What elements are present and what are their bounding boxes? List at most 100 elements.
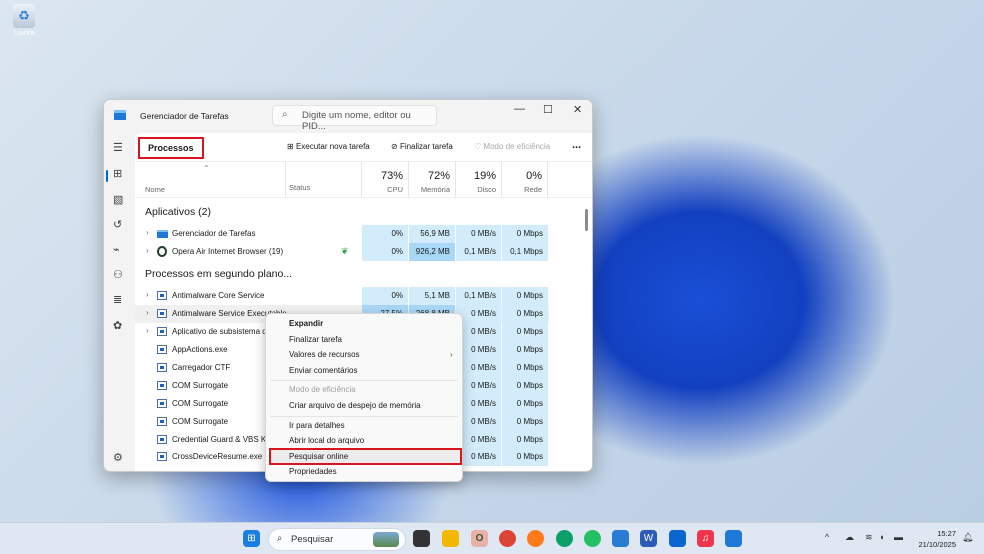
scrollbar[interactable] [585,209,588,231]
table-row[interactable]: › Opera Air Internet Browser (19) ❦ 0% 926,2… [135,243,549,261]
process-name: Antimalware Core Service [172,291,265,300]
expand-chevron-icon[interactable]: › [146,290,149,299]
app-history-nav-icon[interactable]: ↺ [113,218,122,231]
net-value: 0 Mbps [502,305,548,323]
recycle-bin-label: Lixeira [13,30,35,37]
search-input[interactable]: ⌕ Digite um nome, editor ou PID... [272,105,437,132]
process-name: AppActions.exe [172,345,228,354]
recycle-bin[interactable]: ♻ Lixeira [8,4,40,37]
date: 21/10/2025 [918,540,956,549]
mem-value: 5,1 MB [409,287,455,305]
opera-air-icon[interactable]: O [471,530,488,547]
start-button[interactable]: ⊞ [243,530,260,547]
process-name: COM Surrogate [172,399,229,408]
search-icon: ⌕ [277,533,283,544]
volume-icon[interactable]: ◖ [879,532,884,542]
taskbar: ⊞ ⌕ Pesquisar O W ♫ ^ ☁ ≋ ◖ ▬ 15:27 21/10/… [0,522,984,554]
process-icon [157,327,167,336]
menu-item-criar-arquivo-de-despejo-de-memoria[interactable]: Criar arquivo de despejo de memória [289,401,421,410]
word-icon[interactable]: W [640,530,657,547]
settings-icon[interactable]: ⚙ [113,451,123,464]
menu-item-valores-de-recursos[interactable]: Valores de recursos [289,350,360,359]
outlook-icon[interactable] [612,530,629,547]
search-icon: ⌕ [282,109,288,120]
search-placeholder: Digite um nome, editor ou PID... [302,110,411,132]
cpu-value: 0% [362,243,408,261]
menu-item-finalizar-tarefa[interactable]: Finalizar tarefa [289,335,342,344]
file-explorer-icon[interactable] [442,530,459,547]
minimize-button[interactable]: — [514,103,525,115]
net-value: 0 Mbps [502,287,548,305]
net-value: 0 Mbps [502,413,548,431]
process-icon [157,309,167,318]
process-icon [157,345,167,354]
menu-item-enviar-comentarios[interactable]: Enviar comentários [289,366,357,375]
taskbar-search[interactable]: ⌕ Pesquisar [268,528,406,551]
process-icon [157,435,167,444]
menu-separator [270,416,458,417]
search-highlight-icon [373,532,399,547]
edge-icon[interactable] [556,530,573,547]
battery-icon[interactable]: ▬ [894,532,903,542]
efficiency-leaf-icon: ❦ [341,246,349,256]
menu-item-pesquisar-online[interactable]: Pesquisar online [289,452,348,461]
hamburger-menu-icon[interactable]: ☰ [113,141,123,154]
group-apps: Aplicativos (2) [145,206,211,218]
expand-chevron-icon[interactable]: › [146,326,149,335]
process-icon [157,291,167,300]
expand-chevron-icon[interactable]: › [146,228,149,237]
whatsapp-icon[interactable] [584,530,601,547]
task-view-icon[interactable] [413,530,430,547]
disk-value: 0 MB/s [456,225,501,243]
task-manager-icon [114,110,126,120]
net-value: 0,1 Mbps [502,243,548,261]
clock[interactable]: 15:27 21/10/2025 [912,528,956,550]
startup-apps-nav-icon[interactable]: ⌁ [113,243,120,256]
disk-value: 0,1 MB/s [456,287,501,305]
sidebar: ☰ ⊞ ▧ ↺ ⌁ ⚇ ≣ ✿ ⚙ [104,133,134,471]
process-icon [157,417,167,426]
details-nav-icon[interactable]: ≣ [113,293,122,306]
net-value: 0 Mbps [502,448,548,466]
menu-item-modo-de-eficiencia: Modo de eficiência [289,385,356,394]
chevron-up-icon[interactable]: ^ [825,532,829,542]
net-value: 0 Mbps [502,395,548,413]
processes-nav-icon[interactable]: ⊞ [113,167,122,180]
trello-icon[interactable] [669,530,686,547]
task-manager-taskbar-icon[interactable] [725,530,742,547]
mem-value: 56,9 MB [409,225,455,243]
net-value: 0 Mbps [502,359,548,377]
net-value: 0 Mbps [502,431,548,449]
music-icon[interactable]: ♫ [697,530,714,547]
process-name: Credential Guard & VBS Key [172,435,275,444]
table-row[interactable]: › Antimalware Core Service 0% 5,1 MB 0,1 MB/… [135,287,549,305]
process-icon [157,381,167,390]
net-value: 0 Mbps [502,323,548,341]
expand-chevron-icon[interactable]: › [146,308,149,317]
menu-item-expandir[interactable]: Expandir [289,319,323,328]
close-button[interactable]: ✕ [573,103,582,116]
task-manager-icon [157,230,168,238]
wifi-icon[interactable]: ≋ [865,532,873,543]
users-nav-icon[interactable]: ⚇ [113,268,123,281]
process-icon [157,452,167,461]
opera-icon [157,246,167,257]
taskbar-search-label: Pesquisar [291,534,334,545]
expand-chevron-icon[interactable]: › [146,246,149,255]
menu-item-propriedades[interactable]: Propriedades [289,467,337,476]
net-value: 0 Mbps [502,341,548,359]
disk-value: 0,1 MB/s [456,243,501,261]
chrome-icon[interactable] [499,530,516,547]
notifications-icon[interactable]: 🔔︎ [962,532,973,543]
cloud-icon[interactable]: ☁ [845,532,854,543]
firefox-icon[interactable] [527,530,544,547]
process-name: Gerenciador de Tarefas [172,229,256,238]
performance-nav-icon[interactable]: ▧ [113,193,123,206]
maximize-button[interactable]: ☐ [543,103,553,116]
table-row[interactable]: › Gerenciador de Tarefas 0% 56,9 MB 0 MB/s 0 … [135,225,549,243]
menu-item-ir-para-detalhes[interactable]: Ir para detalhes [289,421,345,430]
cpu-value: 0% [362,225,408,243]
menu-item-abrir-local-do-arquivo[interactable]: Abrir local do arquivo [289,436,364,445]
title-bar[interactable]: Gerenciador de Tarefas ⌕ Digite um nome, … [104,100,592,133]
services-nav-icon[interactable]: ✿ [113,319,122,332]
